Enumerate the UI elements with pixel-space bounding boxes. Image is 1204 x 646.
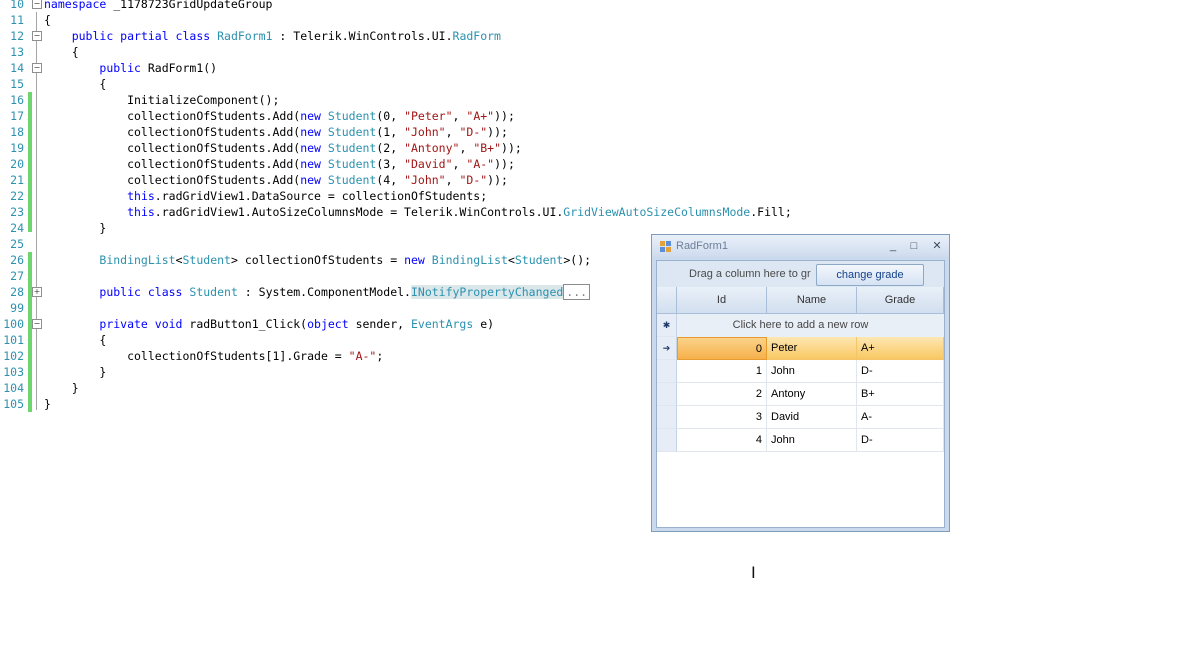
code-text: {: [44, 77, 107, 91]
cell-name[interactable]: Peter: [767, 337, 857, 360]
group-panel-text: Drag a column here to gr: [689, 268, 811, 280]
line-number: 10: [10, 0, 24, 11]
close-button[interactable]: ✕: [928, 238, 946, 254]
row-indicator[interactable]: [657, 406, 677, 429]
line-number: 19: [10, 141, 24, 155]
cell-grade[interactable]: B+: [857, 383, 944, 406]
title-bar[interactable]: RadForm1 _ □ ✕: [652, 235, 949, 257]
line-number: 17: [10, 109, 24, 123]
row-header-corner: [657, 287, 677, 314]
line-number: 100: [3, 317, 24, 331]
collapse-icon[interactable]: −: [32, 31, 42, 41]
column-header-grade[interactable]: Grade: [857, 287, 944, 314]
column-header-name[interactable]: Name: [767, 287, 857, 314]
line-number: 24: [10, 221, 24, 235]
maximize-button[interactable]: □: [905, 238, 923, 254]
line-number: 14: [10, 61, 24, 75]
cell-grade[interactable]: D-: [857, 429, 944, 452]
cell-name[interactable]: John: [767, 360, 857, 383]
line-number: 27: [10, 269, 24, 283]
text-cursor-icon: I: [751, 563, 756, 582]
code-text: InitializeComponent();: [44, 93, 280, 107]
line-number: 105: [3, 397, 24, 411]
line-number: 102: [3, 349, 24, 363]
grid-view[interactable]: Drag a column here to gr change grade Id…: [656, 260, 945, 528]
cell-id[interactable]: 4: [677, 429, 767, 452]
code-text: collectionOfStudents.Add(new Student(0, …: [44, 109, 515, 123]
code-text: namespace _1178723GridUpdateGroup: [44, 0, 273, 11]
code-text: collectionOfStudents[1].Grade = "A-";: [44, 349, 384, 363]
code-text: }: [44, 397, 51, 411]
column-header-id[interactable]: Id: [677, 287, 767, 314]
code-text: {: [44, 45, 79, 59]
line-number: 18: [10, 125, 24, 139]
row-indicator[interactable]: [657, 429, 677, 452]
cell-grade[interactable]: A-: [857, 406, 944, 429]
code-text: collectionOfStudents.Add(new Student(2, …: [44, 141, 522, 155]
code-text: collectionOfStudents.Add(new Student(1, …: [44, 125, 508, 139]
cell-name[interactable]: David: [767, 406, 857, 429]
code-text: public RadForm1(): [99, 61, 218, 75]
change-grade-button[interactable]: change grade: [816, 264, 924, 286]
cell-id[interactable]: 0: [677, 337, 767, 360]
radform-window[interactable]: RadForm1 _ □ ✕ Drag a column here to gr …: [651, 234, 950, 532]
line-number: 16: [10, 93, 24, 107]
cell-name[interactable]: Antony: [767, 383, 857, 406]
collapse-icon[interactable]: −: [32, 63, 42, 73]
current-row-icon[interactable]: ➔: [657, 337, 677, 360]
line-number: 104: [3, 381, 24, 395]
minimize-button[interactable]: _: [884, 238, 902, 254]
line-number: 15: [10, 77, 24, 91]
code-text: public partial class RadForm1 : Telerik.…: [71, 29, 501, 43]
line-number: 23: [10, 205, 24, 219]
cell-grade[interactable]: D-: [857, 360, 944, 383]
line-number: 12: [10, 29, 24, 43]
line-number: 11: [10, 13, 24, 27]
code-text: {: [44, 333, 107, 347]
collapse-icon[interactable]: −: [32, 319, 42, 329]
cell-grade[interactable]: A+: [857, 337, 944, 360]
code-text: BindingList<Student> collectionOfStudent…: [99, 253, 592, 267]
new-row[interactable]: ✱ Click here to add a new row: [657, 314, 944, 338]
line-number: 99: [10, 301, 24, 315]
code-editor[interactable]: 10− namespace _1178723GridUpdateGroup 11{1…: [0, 0, 1204, 646]
cell-id[interactable]: 2: [677, 383, 767, 406]
window-title: RadForm1: [676, 240, 728, 252]
code-text: public class Student : System.ComponentM…: [44, 284, 591, 300]
code-text: this.radGridView1.DataSource = collectio…: [127, 189, 488, 203]
line-number: 20: [10, 157, 24, 171]
form-icon: [660, 241, 671, 252]
expand-icon[interactable]: +: [32, 287, 42, 297]
code-text: }: [44, 381, 79, 395]
line-number: 21: [10, 173, 24, 187]
row-indicator[interactable]: [657, 360, 677, 383]
code-text: {: [44, 13, 51, 27]
collapse-icon[interactable]: −: [32, 0, 42, 9]
line-number: 103: [3, 365, 24, 379]
cell-name[interactable]: John: [767, 429, 857, 452]
code-text: private void radButton1_Click(object sen…: [99, 317, 495, 331]
line-number: 13: [10, 45, 24, 59]
new-row-text: Click here to add a new row: [732, 319, 869, 331]
line-number: 22: [10, 189, 24, 203]
code-text: this.radGridView1.AutoSizeColumnsMode = …: [127, 205, 792, 219]
row-indicator[interactable]: [657, 383, 677, 406]
code-text: }: [44, 221, 107, 235]
line-number: 28: [10, 285, 24, 299]
line-number: 101: [3, 333, 24, 347]
code-text: collectionOfStudents.Add(new Student(4, …: [44, 173, 508, 187]
cell-id[interactable]: 1: [677, 360, 767, 383]
change-bar: [28, 92, 32, 232]
line-number: 25: [10, 237, 24, 251]
change-bar: [28, 252, 32, 412]
line-number: 26: [10, 253, 24, 267]
group-panel[interactable]: Drag a column here to gr change grade: [657, 261, 944, 288]
code-text: }: [44, 365, 107, 379]
code-text: collectionOfStudents.Add(new Student(3, …: [44, 157, 515, 171]
cell-id[interactable]: 3: [677, 406, 767, 429]
